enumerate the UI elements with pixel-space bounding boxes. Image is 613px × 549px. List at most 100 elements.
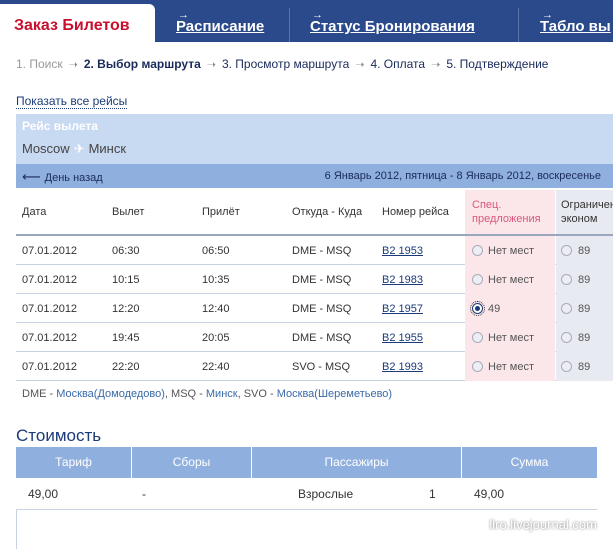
header-economy-2: эконом [561, 213, 598, 225]
flight-number-link[interactable]: B2 1993 [382, 361, 423, 373]
economy-price: 89 [578, 332, 591, 344]
route-summary: Moscow ✈ Минск [22, 141, 126, 157]
route-to: Минск [88, 141, 127, 156]
cost-section-title: Стоимость [16, 426, 102, 445]
flight-number-link[interactable]: B2 1983 [382, 274, 423, 286]
row-departure: 22:20 [112, 361, 140, 373]
cost-tariff: 49,00 [28, 487, 59, 501]
route-from: Moscow [22, 141, 70, 156]
economy-radio[interactable] [561, 361, 572, 372]
economy-price: 89 [578, 361, 591, 373]
special-offers-column-bg [465, 190, 555, 234]
legend-city: Москва(Домодедово) [56, 388, 165, 400]
watermark-text: liro.livejournal.com [489, 517, 597, 532]
legend-code: SVO [243, 388, 267, 400]
row-date: 07.01.2012 [22, 274, 78, 286]
economy-price: 89 [578, 303, 591, 315]
watermark: liro.livejournal.com [489, 517, 597, 532]
special-offer-radio[interactable] [472, 332, 483, 343]
tab-schedule[interactable]: → Расписание [176, 8, 286, 42]
tab-board-label: Табло вы [540, 18, 611, 35]
special-offer-availability: Нет мест [488, 274, 535, 286]
legend-code: DME [22, 388, 47, 400]
step-payment: 4. Оплата [370, 57, 426, 71]
show-all-flights-link[interactable]: Показать все рейсы [16, 94, 128, 109]
flight-number-link[interactable]: B2 1957 [382, 303, 423, 315]
panel-caption: Рейс вылета [22, 119, 98, 133]
row-arrival: 10:35 [202, 274, 230, 286]
tab-order-tickets[interactable]: Заказ Билетов [0, 4, 155, 42]
arrow-left-icon: ⟵ [22, 169, 41, 184]
step-arrow-icon: ➝ [68, 59, 78, 71]
header-route: Откуда - Куда [292, 206, 363, 218]
date-range: 6 Январь 2012, пятница - 8 Январь 2012, … [324, 170, 601, 182]
row-date: 07.01.2012 [22, 361, 78, 373]
flight-row: 07.01.2012 06:30 06:50 DME - MSQ B2 1953… [16, 236, 613, 265]
flight-row: 07.01.2012 12:20 12:40 DME - MSQ B2 1957… [16, 294, 613, 323]
tab-booking-status-label: Статус Бронирования [310, 18, 475, 35]
economy-radio[interactable] [561, 332, 572, 343]
cost-row: 49,00 - Взрослые 1 49,00 [16, 478, 597, 510]
special-offer-availability: Нет мест [488, 332, 535, 344]
legend-code: MSQ [171, 388, 197, 400]
economy-radio[interactable] [561, 274, 572, 285]
step-review-route: 3. Просмотр маршрута [221, 57, 350, 71]
row-departure: 06:30 [112, 245, 140, 257]
row-date: 07.01.2012 [22, 332, 78, 344]
tab-divider [518, 8, 519, 42]
economy-price: 89 [578, 245, 591, 257]
row-route: DME - MSQ [292, 303, 352, 315]
header-date: Дата [22, 206, 47, 218]
row-date: 07.01.2012 [22, 245, 78, 257]
special-offer-availability: Нет мест [488, 245, 535, 257]
step-confirmation: 5. Подтверждение [446, 57, 549, 71]
row-departure: 12:20 [112, 303, 140, 315]
cost-header-tariff: Тариф [16, 447, 132, 478]
flight-row: 07.01.2012 22:20 22:40 SVO - MSQ B2 1993… [16, 352, 613, 381]
plane-icon: ✈ [73, 141, 85, 156]
row-route: DME - MSQ [292, 332, 352, 344]
header-economy-1: Ограничен [561, 199, 613, 211]
top-tabbar: Заказ Билетов → Расписание → Статус Брон… [0, 0, 613, 42]
step-arrow-icon: ➝ [206, 59, 216, 71]
previous-day-label: День назад [44, 172, 103, 184]
flight-row: 07.01.2012 10:15 10:35 DME - MSQ B2 1983… [16, 265, 613, 294]
economy-radio[interactable] [561, 245, 572, 256]
step-select-route: 2. Выбор маршрута [83, 57, 201, 71]
cost-table-border [16, 510, 17, 549]
special-offer-radio-selected[interactable] [470, 301, 485, 316]
tab-divider [289, 8, 290, 42]
legend-city: Минск [205, 388, 238, 400]
header-departure: Вылет [112, 206, 145, 218]
cost-header-fees: Сборы [132, 447, 252, 478]
header-special-offers-2: предложения [472, 213, 541, 225]
departure-flight-panel: Рейс вылета Moscow ✈ Минск [16, 114, 613, 164]
step-search: 1. Поиск [16, 57, 63, 71]
special-offer-availability: Нет мест [488, 361, 535, 373]
row-arrival: 20:05 [202, 332, 230, 344]
step-arrow-icon: ➝ [431, 59, 441, 71]
previous-day-button[interactable]: ⟵ День назад [22, 169, 103, 185]
economy-price: 89 [578, 274, 591, 286]
row-arrival: 06:50 [202, 245, 230, 257]
economy-column-bg [556, 190, 613, 234]
special-offer-radio[interactable] [472, 361, 483, 372]
cost-passenger-count: 1 [429, 487, 436, 501]
cost-table-header: Тариф Сборы Пассажиры Сумма [16, 447, 597, 478]
tab-board[interactable]: → Табло вы [540, 8, 613, 42]
economy-radio[interactable] [561, 303, 572, 314]
cost-header-passengers: Пассажиры [252, 447, 462, 478]
tab-order-tickets-label: Заказ Билетов [14, 17, 130, 34]
flight-number-link[interactable]: B2 1955 [382, 332, 423, 344]
row-route: DME - MSQ [292, 274, 352, 286]
cost-fees: - [142, 487, 146, 501]
row-date: 07.01.2012 [22, 303, 78, 315]
row-arrival: 12:40 [202, 303, 230, 315]
special-offer-radio[interactable] [472, 274, 483, 285]
flight-number-link[interactable]: B2 1953 [382, 245, 423, 257]
tab-schedule-label: Расписание [176, 18, 265, 35]
header-arrival: Прилёт [202, 206, 240, 218]
special-offer-radio[interactable] [472, 245, 483, 256]
tab-booking-status[interactable]: → Статус Бронирования [310, 8, 480, 42]
header-special-offers-1: Спец. [472, 199, 502, 211]
